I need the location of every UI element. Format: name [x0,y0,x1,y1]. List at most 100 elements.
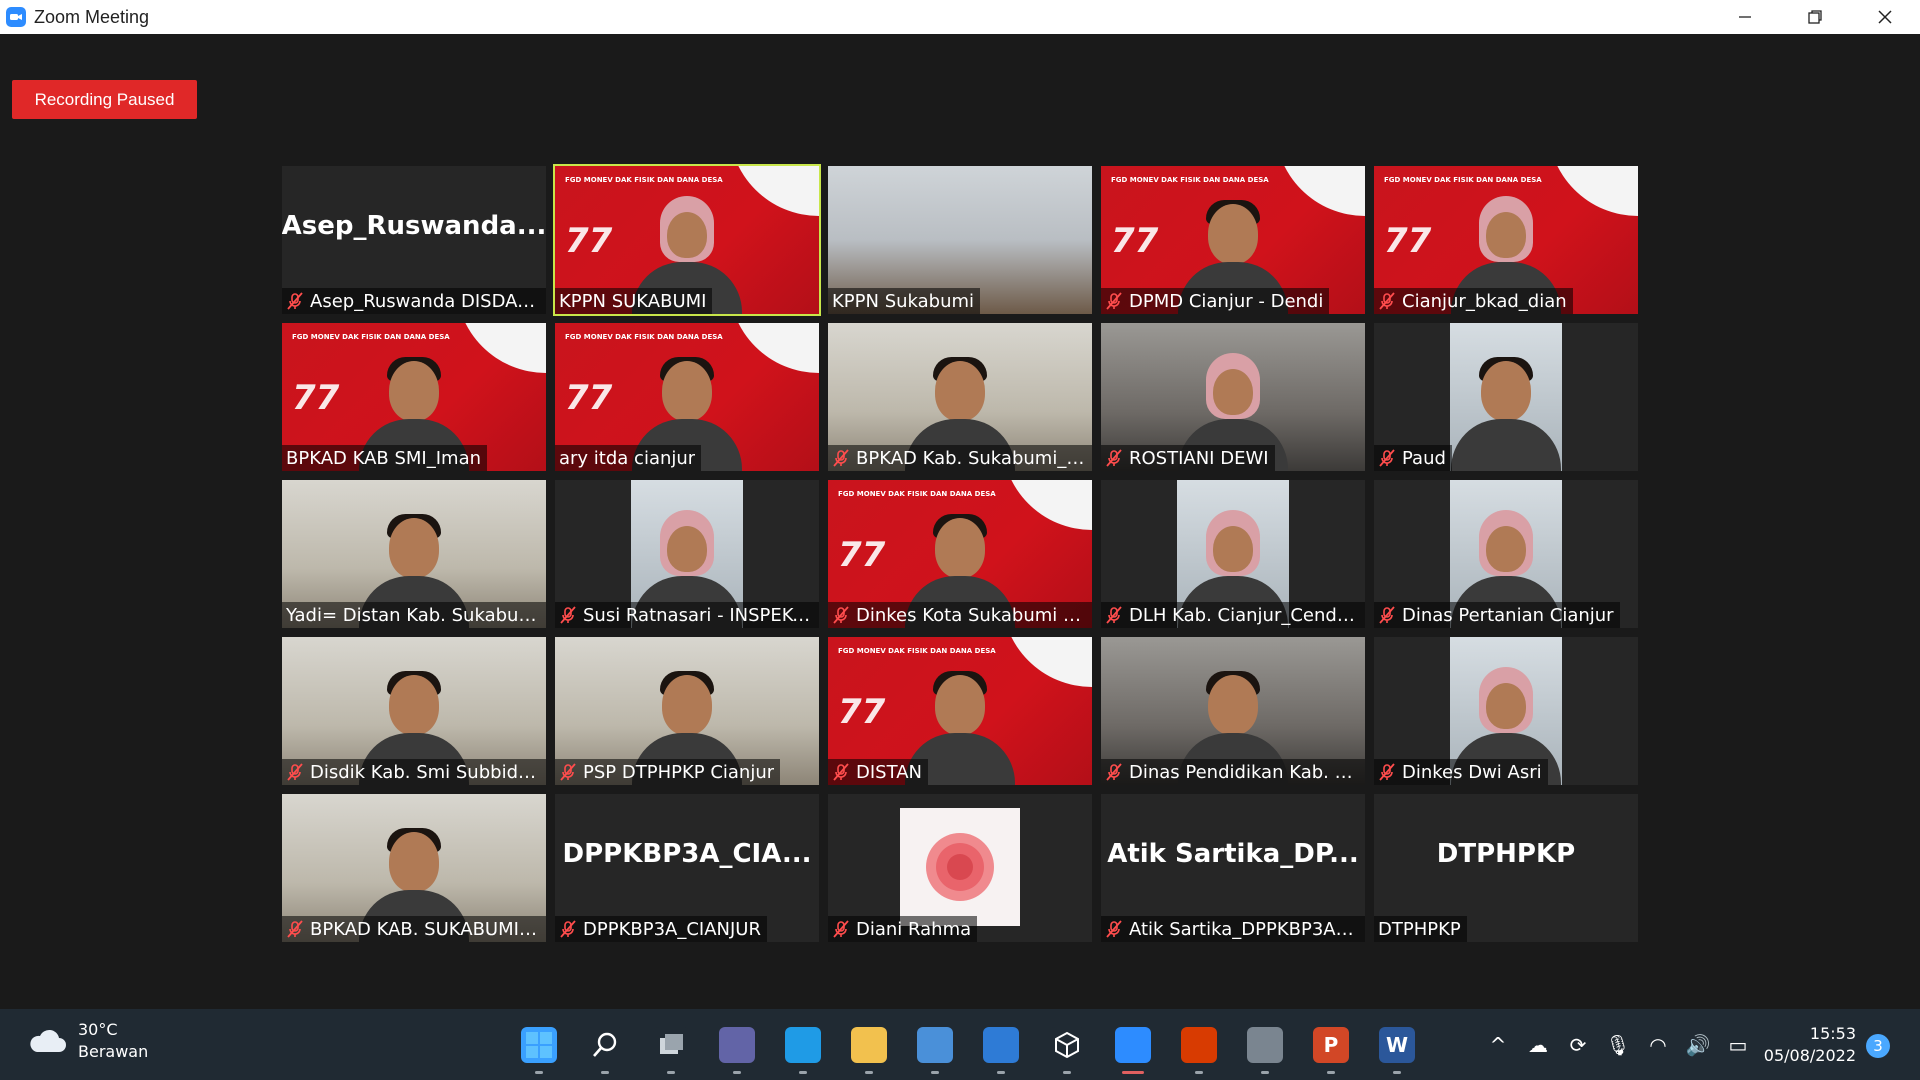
restore-icon[interactable] [1780,0,1850,34]
participant-name-label: DLH Kab. Cianjur_Cenddy... [1101,602,1365,628]
participant-tile[interactable]: FGD MONEV DAK FISIK DAN DANA DESA 77 Dinke… [828,480,1092,628]
participant-tile[interactable]: Disdik Kab. Smi Subbidan... [282,637,546,785]
clock-date: 05/08/2022 [1763,1046,1856,1065]
participant-name-label: BPKAD Kab. Sukabumi_A... [828,445,1092,471]
participant-name-label: Susi Ratnasari - INSPEKT... [555,602,819,628]
participant-tile[interactable]: ROSTIANI DEWI [1101,323,1365,471]
taskbar-clock[interactable]: 15:53 05/08/2022 [1752,1023,1856,1067]
minimize-icon[interactable] [1710,0,1780,34]
participant-tile[interactable]: Yadi= Distan Kab. Sukabumi [282,480,546,628]
participant-name: DLH Kab. Cianjur_Cenddy... [1129,604,1359,626]
participant-tile[interactable]: FGD MONEV DAK FISIK DAN DANA DESA 77 DPMD … [1101,166,1365,314]
participant-tile[interactable]: BPKAD KAB. SUKABUMI_... [282,794,546,942]
file-explorer-icon [851,1026,887,1063]
muted-mic-icon [832,449,850,467]
start-icon [521,1026,557,1063]
background-anniversary-mark: 77 [838,535,886,575]
participant-name-label: DPPKBP3A_CIANJUR [555,916,767,942]
participant-tile[interactable]: KPPN Sukabumi [828,166,1092,314]
taskbar-app[interactable] [704,1009,770,1080]
taskbar-app[interactable] [638,1009,704,1080]
participant-tile[interactable]: FGD MONEV DAK FISIK DAN DANA DESA 77 KPPN … [553,164,821,316]
participant-tile[interactable]: PSP DTPHPKP Cianjur [555,637,819,785]
office-icon [1181,1026,1217,1063]
participant-tile[interactable]: Asep_Ruswanda... Asep_Ruswanda DISDAGI... [282,166,546,314]
muted-mic-icon [286,292,304,310]
participant-display-name: DPPKBP3A_CIA... [562,839,812,869]
app-running-indicator [1122,1071,1144,1074]
taskbar-app[interactable] [506,1009,572,1080]
participant-tile[interactable]: DLH Kab. Cianjur_Cenddy... [1101,480,1365,628]
notification-badge[interactable]: 3 [1866,1034,1890,1058]
participant-name: Yadi= Distan Kab. Sukabumi [286,604,540,626]
muted-mic-icon [1105,763,1123,781]
participant-name: DPMD Cianjur - Dendi [1129,290,1324,312]
participant-tile[interactable]: FGD MONEV DAK FISIK DAN DANA DESA 77 ary i… [555,323,819,471]
participant-tile[interactable]: Atik Sartika_DP... Atik Sartika_DPPKBP3A … [1101,794,1365,942]
zoom-icon [1115,1026,1151,1063]
participant-name: Dinas Pertanian Cianjur [1402,604,1614,626]
weather-widget[interactable]: 30°C Berawan [28,1019,148,1063]
taskbar-app[interactable] [836,1009,902,1080]
participant-tile[interactable]: Dinas Pendidikan Kab. Su... [1101,637,1365,785]
app-running-indicator [667,1071,675,1074]
participant-name: Asep_Ruswanda DISDAGI... [310,290,540,312]
taskbar-app[interactable]: W [1364,1009,1430,1080]
participant-name-label: BPKAD KAB SMI_Iman [282,445,488,471]
background-banner-text: FGD MONEV DAK FISIK DAN DANA DESA [292,333,450,341]
taskbar-app[interactable] [770,1009,836,1080]
taskbar-app[interactable] [1034,1009,1100,1080]
participant-name-label: Atik Sartika_DPPKBP3A K... [1101,916,1365,942]
taskbar-app[interactable] [572,1009,638,1080]
participant-display-name: Atik Sartika_DP... [1107,839,1359,869]
volume-icon[interactable]: 🔊 [1678,1009,1718,1080]
taskbar-app[interactable] [1232,1009,1298,1080]
participant-tile[interactable]: DTPHPKP DTPHPKP [1374,794,1638,942]
background-banner-text: FGD MONEV DAK FISIK DAN DANA DESA [1384,176,1542,184]
app-running-indicator [1261,1071,1269,1074]
muted-mic-icon [559,606,577,624]
participant-tile[interactable]: FGD MONEV DAK FISIK DAN DANA DESA 77 DISTA… [828,637,1092,785]
taskbar-app[interactable] [1166,1009,1232,1080]
participant-name: Susi Ratnasari - INSPEKT... [583,604,813,626]
background-banner-text: FGD MONEV DAK FISIK DAN DANA DESA [1111,176,1269,184]
microphone-icon[interactable]: 🎙 [1598,1009,1638,1080]
taskbar-app[interactable] [1100,1009,1166,1080]
zoom-app-icon [6,7,26,27]
participant-name: Cianjur_bkad_dian [1402,290,1567,312]
participant-tile[interactable]: DPPKBP3A_CIA... DPPKBP3A_CIANJUR [555,794,819,942]
participant-tile[interactable]: Paud [1374,323,1638,471]
participant-name: PSP DTPHPKP Cianjur [583,761,775,783]
muted-mic-icon [1105,292,1123,310]
participant-tile[interactable]: Dinkes Dwi Asri [1374,637,1638,785]
participant-tile[interactable]: Susi Ratnasari - INSPEKT... [555,480,819,628]
participant-name-label: ary itda cianjur [555,445,702,471]
wifi-icon[interactable]: ◠ [1638,1009,1678,1080]
onedrive-icon[interactable]: ☁ [1518,1009,1558,1080]
participant-name-label: Dinas Pendidikan Kab. Su... [1101,759,1365,785]
participant-tile[interactable]: BPKAD Kab. Sukabumi_A... [828,323,1092,471]
chevron-up-icon[interactable]: ^ [1478,1009,1518,1080]
close-icon[interactable] [1850,0,1920,34]
muted-mic-icon [832,606,850,624]
participant-name-label: Dinkes Kota Sukabumi Su... [828,602,1092,628]
clock-time: 15:53 [1809,1024,1856,1043]
muted-mic-icon [832,763,850,781]
recording-paused-badge[interactable]: Recording Paused [12,80,197,119]
participant-tile[interactable]: Diani Rahma [828,794,1092,942]
taskbar-app[interactable] [902,1009,968,1080]
app-running-indicator [1393,1071,1401,1074]
sync-icon[interactable]: ⟳ [1558,1009,1598,1080]
muted-mic-icon [286,920,304,938]
cloud-icon [28,1028,67,1054]
participant-tile[interactable]: Dinas Pertanian Cianjur [1374,480,1638,628]
taskbar-app[interactable] [968,1009,1034,1080]
participant-tile[interactable]: FGD MONEV DAK FISIK DAN DANA DESA 77 Cianj… [1374,166,1638,314]
participant-name: BPKAD KAB SMI_Iman [286,447,482,469]
taskbar-app[interactable]: P [1298,1009,1364,1080]
participant-name-label: PSP DTPHPKP Cianjur [555,759,781,785]
participant-name: Paud [1402,447,1446,469]
participant-name: DISTAN [856,761,922,783]
participant-name-label: BPKAD KAB. SUKABUMI_... [282,916,546,942]
participant-tile[interactable]: FGD MONEV DAK FISIK DAN DANA DESA 77 BPKAD… [282,323,546,471]
